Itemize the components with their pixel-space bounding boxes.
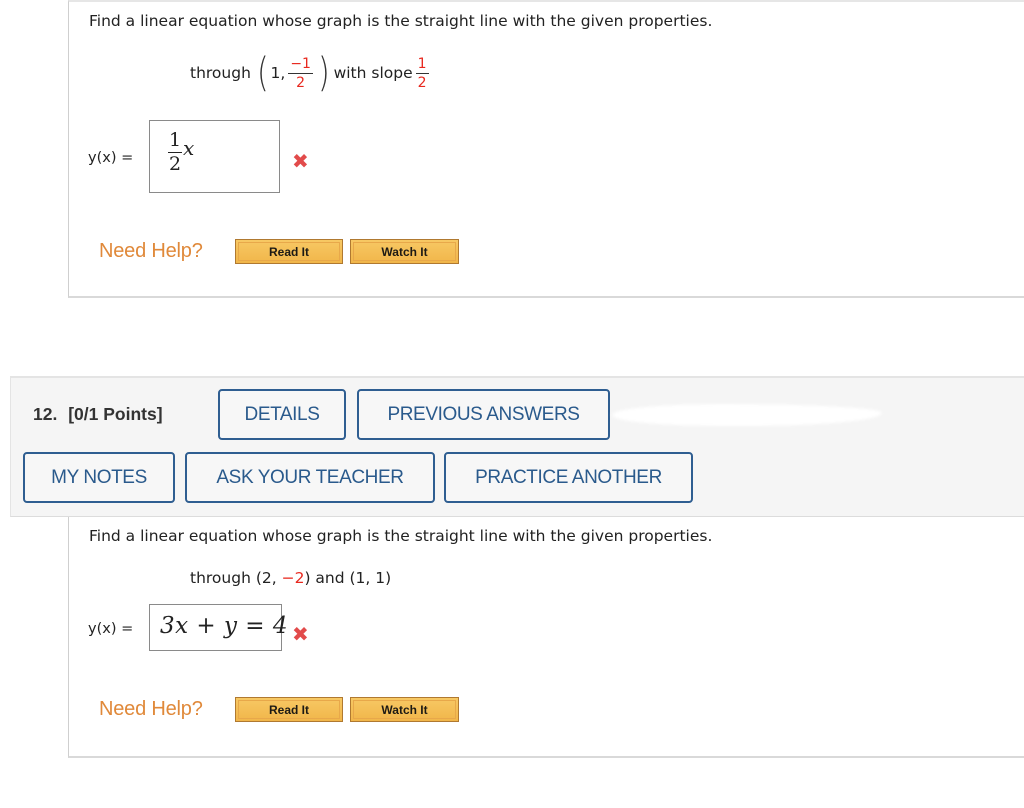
incorrect-icon: ✖ (292, 149, 309, 173)
q12-answer-input[interactable]: 3x + y = 4 (149, 604, 288, 651)
right-paren: ) (317, 50, 330, 96)
left-paren: ( (256, 50, 269, 96)
answer-variable: x (183, 135, 195, 160)
watch-it-button[interactable]: Watch It (350, 239, 459, 264)
condition-suffix: ) and (1, 1) (304, 569, 392, 587)
previous-answers-button[interactable]: PREVIOUS ANSWERS (357, 389, 610, 440)
read-it-button[interactable]: Read It (235, 239, 343, 264)
slope-fraction: 1 2 (415, 55, 429, 91)
q12-condition: through (2, −2) and (1, 1) (190, 569, 391, 587)
point-y-fraction: −1 2 (288, 57, 313, 90)
through-label: through (190, 64, 251, 82)
q11-condition: through ( 1, −1 2 ) with slope 1 2 (190, 53, 432, 93)
my-notes-button[interactable]: MY NOTES (23, 452, 175, 503)
answer-numerator: 1 (168, 129, 182, 151)
slope-numerator: 1 (417, 55, 427, 72)
question-number-label: 12. (33, 404, 58, 424)
answer-denominator: 2 (168, 153, 182, 175)
point-y-denominator: 2 (296, 74, 306, 91)
fraction-bar (288, 72, 313, 74)
practice-another-button[interactable]: PRACTICE ANOTHER (444, 452, 693, 503)
read-it-button[interactable]: Read It (235, 697, 343, 722)
incorrect-icon: ✖ (292, 622, 309, 646)
question-number: 12. [0/1 Points] (33, 404, 163, 425)
point-y-numerator: −1 (290, 55, 311, 72)
q11-answer-label: y(x) = (88, 150, 134, 166)
ask-your-teacher-button[interactable]: ASK YOUR TEACHER (185, 452, 435, 503)
q12-answer-label: y(x) = (88, 621, 134, 637)
fraction-bar (415, 72, 429, 74)
need-help-label: Need Help? (99, 698, 203, 720)
watch-it-button[interactable]: Watch It (350, 697, 459, 722)
with-slope-label: with slope (333, 64, 413, 82)
q12-prompt: Find a linear equation whose graph is th… (89, 527, 713, 545)
q11-prompt: Find a linear equation whose graph is th… (89, 12, 713, 30)
answer-fraction: 1 2 (168, 131, 182, 174)
condition-highlight: −2 (281, 569, 305, 587)
need-help-label: Need Help? (99, 240, 203, 262)
q11-answer-input[interactable]: 1 2 x (149, 120, 280, 193)
details-button[interactable]: DETAILS (218, 389, 346, 440)
q12-answer-value: 3x + y = 4 (160, 613, 289, 639)
points-label: [0/1 Points] (68, 404, 163, 424)
slope-denominator: 2 (417, 74, 427, 91)
condition-prefix: through (2, (190, 569, 282, 587)
point-x: 1, (270, 64, 286, 82)
